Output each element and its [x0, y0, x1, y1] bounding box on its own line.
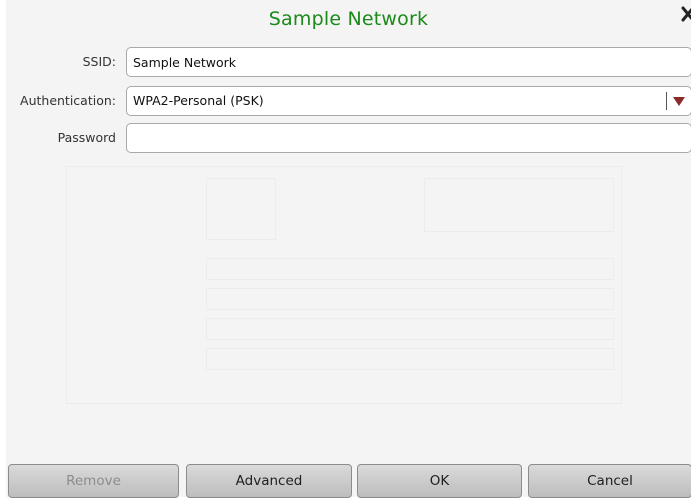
authentication-select[interactable]: WPA2-Personal (PSK)	[126, 86, 691, 116]
background-decoration	[206, 288, 614, 310]
password-label: Password	[57, 130, 116, 145]
chevron-down-icon[interactable]	[673, 97, 685, 106]
remove-button[interactable]: Remove	[8, 464, 179, 498]
ssid-input[interactable]	[126, 47, 691, 77]
background-decoration	[206, 178, 276, 240]
advanced-button[interactable]: Advanced	[186, 464, 352, 498]
dropdown-separator	[666, 92, 667, 110]
background-decoration	[206, 318, 614, 340]
password-input[interactable]	[126, 123, 691, 153]
authentication-selected-value: WPA2-Personal (PSK)	[133, 93, 264, 108]
background-decoration	[206, 258, 614, 280]
background-decoration	[206, 348, 614, 370]
close-icon[interactable]	[681, 6, 691, 22]
ssid-label: SSID:	[82, 54, 116, 69]
dialog-title: Sample Network	[268, 8, 429, 30]
background-decoration	[424, 178, 614, 232]
cancel-button[interactable]: Cancel	[528, 464, 691, 498]
authentication-label: Authentication:	[20, 93, 116, 108]
button-bar: Remove Advanced OK Cancel	[8, 464, 691, 498]
network-dialog: Sample Network SSID: Authentication: WPA…	[6, 0, 691, 497]
ok-button[interactable]: OK	[357, 464, 522, 498]
